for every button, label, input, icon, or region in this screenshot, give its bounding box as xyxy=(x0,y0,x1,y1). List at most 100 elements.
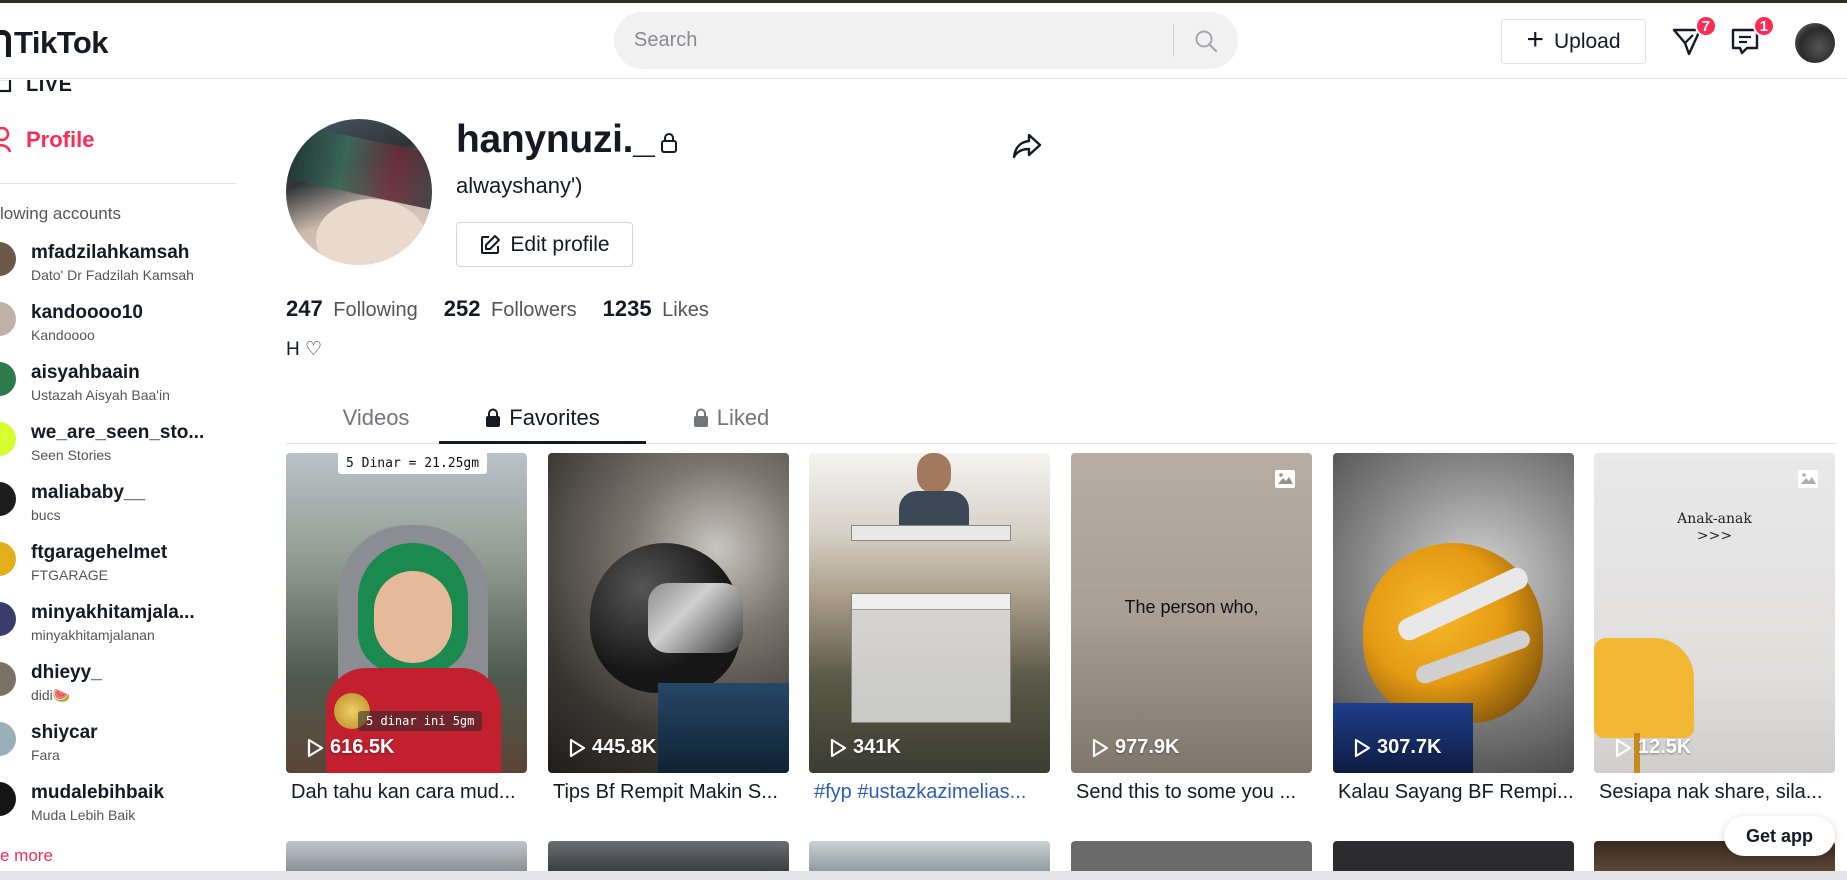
sidebar-item-live[interactable]: LIVE xyxy=(0,80,72,97)
following-account-item[interactable]: minyakhitamjala... minyakhitamjalanan xyxy=(0,598,236,658)
following-account-item[interactable]: aisyahbaain Ustazah Aisyah Baa'in xyxy=(0,358,236,418)
play-icon xyxy=(830,738,847,757)
play-icon xyxy=(1092,738,1109,757)
account-avatar xyxy=(0,782,16,816)
tab-videos-label: Videos xyxy=(342,405,410,430)
video-thumbnail: 445.8K xyxy=(548,453,789,773)
account-username: maliababy__ xyxy=(31,482,146,503)
account-display-name: Seen Stories xyxy=(31,447,112,463)
video-card[interactable] xyxy=(809,841,1050,871)
video-thumbnail: The person who, 977.9K xyxy=(1071,453,1312,773)
account-avatar xyxy=(0,602,16,636)
thumb-window xyxy=(851,525,1011,541)
video-caption[interactable]: Sesiapa nak share, sila... xyxy=(1594,781,1835,804)
video-thumbnail: 307.7K xyxy=(1333,453,1574,773)
lock-icon xyxy=(693,408,708,427)
thumb-overlay-text: 5 dinar ini 5gm xyxy=(358,711,483,731)
view-count-value: 12.5K xyxy=(1638,736,1692,758)
video-card[interactable] xyxy=(286,841,527,871)
video-card[interactable]: 307.7K Kalau Sayang BF Rempi... xyxy=(1333,453,1574,804)
video-caption[interactable]: Send this to some you ... xyxy=(1071,781,1312,804)
tiktok-logo[interactable]: TikTok xyxy=(0,23,109,63)
account-username: shiycar xyxy=(31,722,98,743)
video-card[interactable]: 341K #fyp #ustazkazimelias... xyxy=(809,453,1050,804)
video-card[interactable]: 5 Dinar = 21.25gm 5 dinar ini 5gm 616.5K… xyxy=(286,453,527,804)
account-display-name: Kandoooo xyxy=(31,327,95,343)
account-avatar xyxy=(0,662,16,696)
following-account-item[interactable]: mudalebihbaik Muda Lebih Baik xyxy=(0,778,236,838)
photo-icon xyxy=(1798,470,1818,488)
play-icon xyxy=(307,738,324,757)
view-count-value: 445.8K xyxy=(592,736,657,758)
video-caption[interactable]: Kalau Sayang BF Rempi... xyxy=(1333,781,1574,804)
video-caption[interactable]: Dah tahu kan cara mud... xyxy=(286,781,527,804)
private-lock-icon xyxy=(661,133,677,153)
user-avatar[interactable] xyxy=(1795,23,1835,63)
following-accounts-heading: lowing accounts xyxy=(0,204,121,223)
stat-following[interactable]: 247 Following xyxy=(286,296,418,322)
tab-liked[interactable]: Liked xyxy=(676,392,786,444)
video-card[interactable] xyxy=(1071,841,1312,871)
get-app-button[interactable]: Get app xyxy=(1724,816,1835,856)
search-button[interactable] xyxy=(1174,12,1238,69)
following-account-item[interactable]: kandoooo10 Kandoooo xyxy=(0,298,236,358)
profile-stats: 247 Following 252 Followers 1235 Likes xyxy=(286,296,709,322)
stat-followers[interactable]: 252 Followers xyxy=(444,296,577,322)
video-thumbnail: 341K xyxy=(809,453,1050,773)
upload-label: Upload xyxy=(1553,29,1621,53)
thumb-overlay-title: Anak-anak xyxy=(1677,511,1752,527)
sidebar-item-profile[interactable]: Profile xyxy=(0,127,94,153)
upload-button[interactable]: + Upload xyxy=(1501,19,1646,64)
thumb-window xyxy=(851,593,1011,723)
live-icon xyxy=(0,80,12,92)
following-account-item[interactable]: maliababy__ bucs xyxy=(0,478,236,538)
profile-tabs: Videos Favorites Liked xyxy=(286,392,1836,444)
account-username: we_are_seen_sto... xyxy=(31,422,205,443)
view-count-value: 977.9K xyxy=(1115,736,1180,758)
following-label: Following xyxy=(333,299,418,321)
video-card[interactable] xyxy=(548,841,789,871)
search-icon xyxy=(1195,30,1218,52)
video-card[interactable] xyxy=(1333,841,1574,871)
thumb-figure xyxy=(917,453,951,493)
video-card[interactable]: 445.8K Tips Bf Rempit Makin S... xyxy=(548,453,789,804)
thumb-overlay-text: 5 Dinar = 21.25gm xyxy=(338,453,488,474)
following-account-item[interactable]: we_are_seen_sto... Seen Stories xyxy=(0,418,236,478)
thumb-figure xyxy=(899,453,969,528)
view-count: 977.9K xyxy=(1091,736,1180,759)
messages-button[interactable]: 1 xyxy=(1729,15,1775,59)
profile-label: Profile xyxy=(26,127,95,152)
video-caption[interactable]: Tips Bf Rempit Makin S... xyxy=(548,781,789,804)
search-input[interactable] xyxy=(614,12,1173,69)
view-count: 341K xyxy=(829,736,901,759)
following-accounts-list: mfadzilahkamsah Dato' Dr Fadzilah Kamsah k… xyxy=(0,238,236,838)
video-card[interactable]: Anak-anak >>> 12.5K Sesiapa nak share, s… xyxy=(1594,453,1835,804)
tab-videos[interactable]: Videos xyxy=(326,392,426,444)
thumb-figure xyxy=(648,583,743,653)
following-account-item[interactable]: dhieyy_ didi🍉 xyxy=(0,658,236,718)
tab-liked-label: Liked xyxy=(716,405,770,430)
following-account-item[interactable]: ftgaragehelmet FTGARAGE xyxy=(0,538,236,598)
account-display-name: Dato' Dr Fadzilah Kamsah xyxy=(31,267,194,283)
following-account-item[interactable]: mfadzilahkamsah Dato' Dr Fadzilah Kamsah xyxy=(0,238,236,298)
video-caption[interactable]: #fyp #ustazkazimelias... xyxy=(809,781,1050,804)
video-card[interactable]: The person who, 977.9K Send this to some… xyxy=(1071,453,1312,804)
edit-profile-button[interactable]: Edit profile xyxy=(456,222,633,267)
followers-count: 252 xyxy=(443,296,481,321)
profile-username: hanynuzi._ xyxy=(456,118,655,161)
following-account-item[interactable]: shiycar Fara xyxy=(0,718,236,778)
following-count: 247 xyxy=(286,296,323,321)
inbox-button[interactable]: 7 xyxy=(1671,15,1717,59)
share-icon[interactable] xyxy=(1012,132,1042,160)
thumb-figure xyxy=(1594,638,1694,738)
live-label: LIVE xyxy=(26,80,73,96)
thumb-overlay-text: The person who, xyxy=(1124,597,1259,617)
followers-label: Followers xyxy=(491,299,577,321)
account-username: mudalebihbaik xyxy=(31,782,165,803)
account-avatar xyxy=(0,422,16,456)
see-more-link[interactable]: e more xyxy=(0,846,53,866)
view-count-value: 341K xyxy=(853,736,901,758)
plus-icon: + xyxy=(1526,23,1544,56)
video-thumbnail: Anak-anak >>> 12.5K xyxy=(1594,453,1835,773)
tab-favorites[interactable]: Favorites xyxy=(439,392,646,444)
